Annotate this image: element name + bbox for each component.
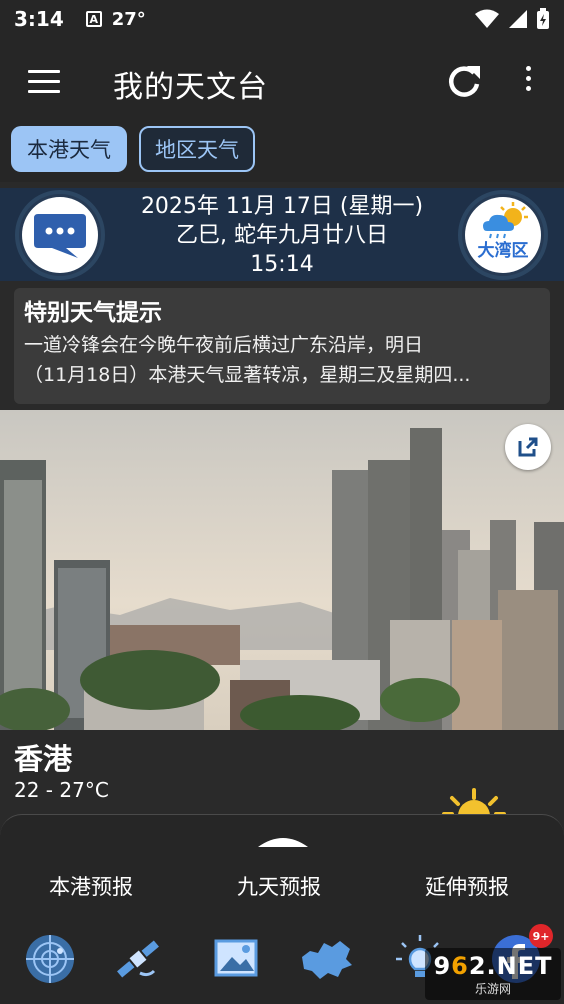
open-external-icon [518,437,538,457]
sunny-icon [442,788,506,816]
city-skyline-photo [0,410,564,730]
date-banner: 2025年 11月 17日 (星期一) 乙巳, 蛇年九月廿八日 15:14 大湾… [0,188,564,281]
tab-nine-day-forecast[interactable]: 九天预报 [237,871,321,901]
special-weather-line-1: 一道冷锋会在今晚午夜前后横过广东沿岸，明日 [24,334,424,356]
radar-icon[interactable] [22,933,78,985]
more-options-icon[interactable] [522,66,534,98]
chat-bubble-icon [34,214,86,258]
image-icon[interactable] [208,933,264,985]
app-bar: 我的天文台 [0,38,564,126]
weather-tabs: 本港天气 地区天气 [0,126,564,182]
greater-bay-area-button[interactable]: 大湾区 [458,190,548,280]
date-time-display: 2025年 11月 17日 (星期一) 乙巳, 蛇年九月廿八日 15:14 [110,192,454,279]
expand-handle-icon[interactable] [256,833,310,849]
status-temperature: 27° [111,8,146,30]
open-external-button[interactable] [505,424,551,470]
menu-icon[interactable] [28,70,60,94]
webcam-photo[interactable] [0,410,564,730]
wifi-icon [475,9,499,28]
refresh-icon[interactable] [444,62,484,102]
notification-a-icon: A [85,11,102,27]
satellite-icon[interactable] [110,933,166,985]
watermark-logo: 962.NET 乐游网 [425,948,561,1000]
current-time: 15:14 [250,252,314,277]
temperature-range: 22 - 27°C [14,778,109,802]
chat-button[interactable] [15,190,105,280]
signal-icon [509,10,527,28]
app-screen: 3:14 A 27° 我的天文台 本港天气 地区天气 2025年 11月 17日… [0,0,564,1004]
special-weather-tips-card[interactable]: 特别天气提示 一道冷锋会在今晚午夜前后横过广东沿岸，明日 （11月18日）本港天… [14,288,550,404]
battery-icon [537,8,549,29]
special-weather-line-2: （11月18日）本港天气显著转凉，星期三及星期四... [24,364,471,386]
tab-local-forecast[interactable]: 本港预报 [49,871,133,901]
lunar-date: 乙巳, 蛇年九月廿八日 [176,223,388,248]
status-time: 3:14 [14,7,64,31]
status-icons [474,8,550,30]
tab-extended-forecast[interactable]: 延伸预报 [425,871,509,901]
status-bar: 3:14 A 27° [0,0,564,38]
tab-regional-weather[interactable]: 地区天气 [139,126,255,172]
gba-label: 大湾区 [477,241,529,261]
tab-local-weather[interactable]: 本港天气 [11,126,127,172]
rain-sun-icon [483,202,528,239]
special-weather-title: 特别天气提示 [24,300,162,326]
location-name: 香港 [14,742,73,776]
page-title: 我的天文台 [113,70,268,105]
hong-kong-map-icon[interactable] [298,933,354,985]
notification-badge: 9+ [529,924,553,948]
gregorian-date: 2025年 11月 17日 (星期一) [140,194,424,219]
